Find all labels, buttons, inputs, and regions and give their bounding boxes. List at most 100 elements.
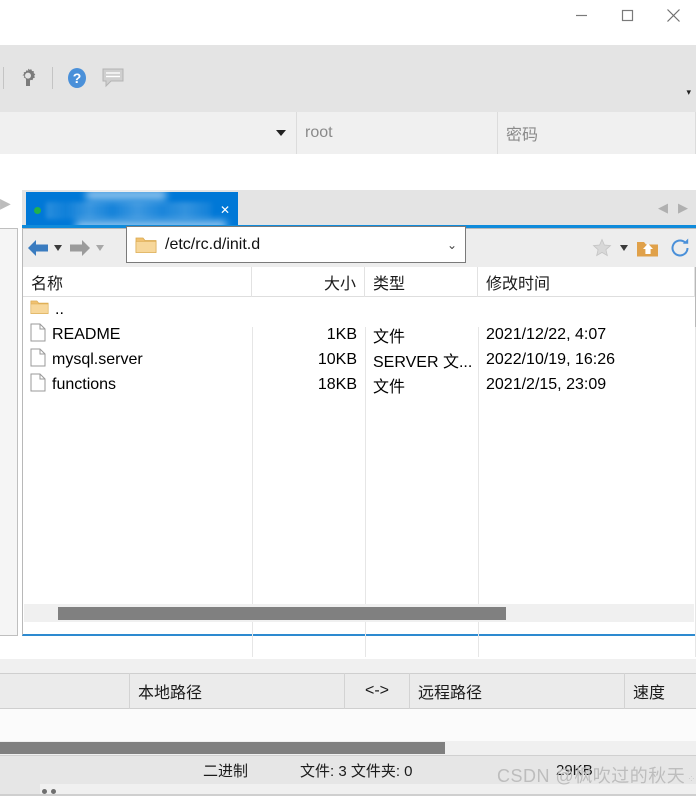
- remote-path-value: /etc/rc.d/init.d: [165, 235, 261, 253]
- toolbar-separator: [52, 67, 53, 89]
- tab-scroll-right-icon[interactable]: ▶: [678, 201, 688, 214]
- transfer-queue-body[interactable]: [0, 709, 696, 741]
- up-directory-icon[interactable]: [633, 233, 663, 263]
- column-header-size[interactable]: 大小: [252, 266, 365, 297]
- cell-size: [252, 297, 365, 322]
- help-question-icon[interactable]: ?: [62, 63, 92, 93]
- back-button[interactable]: [23, 239, 65, 257]
- cell-modified: 2021/2/15, 23:09: [486, 375, 607, 393]
- scrollbar-thumb[interactable]: [58, 607, 506, 620]
- toolbar-overflow-button[interactable]: ▾: [686, 88, 691, 97]
- column-header-modified[interactable]: 修改时间: [478, 266, 695, 297]
- toolbar-separator: [3, 67, 4, 89]
- message-log-icon[interactable]: [98, 63, 128, 93]
- back-dropdown-icon[interactable]: [54, 245, 62, 251]
- table-row[interactable]: README 1KB 文件 2021/12/22, 4:07: [23, 322, 695, 347]
- minimize-button[interactable]: [558, 0, 604, 30]
- tab-active-site[interactable]: ✕: [26, 190, 238, 230]
- queue-column-server: [0, 673, 130, 709]
- scrollbar-thumb[interactable]: [0, 742, 445, 754]
- folder-icon: [30, 299, 49, 320]
- tab-close-icon[interactable]: ✕: [212, 203, 238, 217]
- cell-type: [365, 297, 478, 322]
- queue-column-remote-path[interactable]: 远程路径: [410, 673, 625, 709]
- transfer-queue-header: 本地路径 <-> 远程路径 速度: [0, 673, 696, 709]
- tab-label: [46, 201, 212, 219]
- remote-file-list: 名称 大小 类型 修改时间 .. README 1KB 文件 2021/12/2…: [23, 266, 696, 657]
- cell-type: SERVER 文...: [373, 353, 473, 371]
- chevron-down-icon[interactable]: [276, 130, 286, 136]
- path-dropdown-chevron-icon[interactable]: ⌄: [439, 238, 465, 252]
- file-rows: .. README 1KB 文件 2021/12/22, 4:07 mysql.…: [23, 297, 696, 657]
- arrow-right-icon: [65, 239, 95, 257]
- folder-icon: [135, 236, 157, 254]
- table-row[interactable]: ..: [23, 297, 695, 322]
- remote-path-input[interactable]: /etc/rc.d/init.d ⌄: [126, 226, 466, 263]
- title-bar: [0, 0, 696, 45]
- password-input[interactable]: 密码: [498, 112, 696, 154]
- filezilla-window: ? ▾ root 密码 ▶ ✕ ◀ ▶ /etc/rc.d/init.d ⌄ 名…: [0, 0, 696, 796]
- file-name: README: [52, 325, 121, 343]
- tab-scroll-buttons: ◀ ▶: [658, 201, 688, 214]
- table-row[interactable]: mysql.server 10KB SERVER 文... 2022/10/19…: [23, 347, 695, 372]
- status-file-counts: 文件: 3 文件夹: 0: [300, 762, 413, 780]
- settings-gear-icon[interactable]: [13, 63, 43, 93]
- refresh-icon[interactable]: [665, 233, 695, 263]
- cell-name: ..: [23, 297, 252, 322]
- forward-button[interactable]: [65, 239, 107, 257]
- password-placeholder: 密码: [506, 127, 539, 144]
- queue-column-speed[interactable]: 速度: [625, 673, 696, 709]
- file-icon: [30, 323, 46, 347]
- pane-splitter[interactable]: [0, 659, 696, 673]
- file-icon: [30, 348, 46, 372]
- local-pane-scroll-right-icon[interactable]: ▶: [0, 196, 11, 210]
- main-toolbar: ? ▾: [0, 45, 696, 112]
- file-icon: [30, 373, 46, 397]
- queue-column-local-path[interactable]: 本地路径: [130, 673, 345, 709]
- status-bar: 二进制 文件: 3 文件夹: 0 29KB: [0, 755, 696, 796]
- svg-text:?: ?: [73, 70, 82, 86]
- cell-size: 18KB: [317, 375, 357, 393]
- username-input[interactable]: root: [297, 112, 498, 154]
- cell-name: mysql.server: [23, 347, 252, 372]
- cell-modified: 2021/12/22, 4:07: [486, 325, 607, 343]
- cell-type: 文件: [373, 328, 406, 346]
- cell-size: 1KB: [326, 325, 357, 343]
- nav-right-buttons: [587, 229, 695, 267]
- column-header-type[interactable]: 类型: [365, 266, 478, 297]
- file-name: ..: [55, 300, 64, 318]
- table-row[interactable]: functions 18KB 文件 2021/2/15, 23:09: [23, 372, 695, 397]
- local-file-pane: [0, 228, 18, 636]
- remote-nav-bar: /etc/rc.d/init.d ⌄ ⌄: [23, 226, 696, 274]
- queue-column-direction[interactable]: <->: [345, 673, 410, 709]
- cell-type: 文件: [373, 378, 406, 396]
- cell-modified: 2022/10/19, 16:26: [486, 350, 616, 368]
- file-list-header: 名称 大小 类型 修改时间: [23, 266, 695, 297]
- tab-scroll-left-icon[interactable]: ◀: [658, 201, 668, 214]
- file-name: mysql.server: [52, 350, 143, 368]
- favorites-star-icon[interactable]: [587, 233, 617, 263]
- arrow-left-icon: [23, 239, 53, 257]
- tab-strip: ✕ ◀ ▶: [22, 190, 696, 230]
- file-name: functions: [52, 375, 117, 393]
- queue-horizontal-scrollbar[interactable]: [0, 741, 696, 755]
- column-header-name[interactable]: 名称: [23, 266, 252, 297]
- quickconnect-bar: root 密码: [0, 112, 696, 154]
- maximize-button[interactable]: [604, 0, 650, 30]
- username-placeholder: root: [305, 124, 333, 141]
- remote-list-horizontal-scrollbar[interactable]: [24, 604, 694, 622]
- cell-size: 10KB: [317, 350, 357, 368]
- toolbar-icon-group: ?: [0, 63, 128, 93]
- cell-modified: [478, 297, 695, 322]
- tab-blur-overlay-top: [86, 190, 166, 200]
- cell-name: README: [23, 322, 252, 347]
- remote-file-pane: /etc/rc.d/init.d ⌄ ⌄ 名称 大小 类型 修改时间: [22, 226, 696, 657]
- status-total-size: 29KB: [556, 761, 593, 779]
- favorites-dropdown-icon[interactable]: [620, 245, 628, 251]
- status-transfer-mode: 二进制: [203, 762, 249, 780]
- host-input[interactable]: [0, 112, 297, 154]
- cell-name: functions: [23, 372, 252, 397]
- forward-dropdown-icon[interactable]: [96, 245, 104, 251]
- connection-status-dot: [34, 206, 41, 214]
- close-button[interactable]: [650, 0, 696, 30]
